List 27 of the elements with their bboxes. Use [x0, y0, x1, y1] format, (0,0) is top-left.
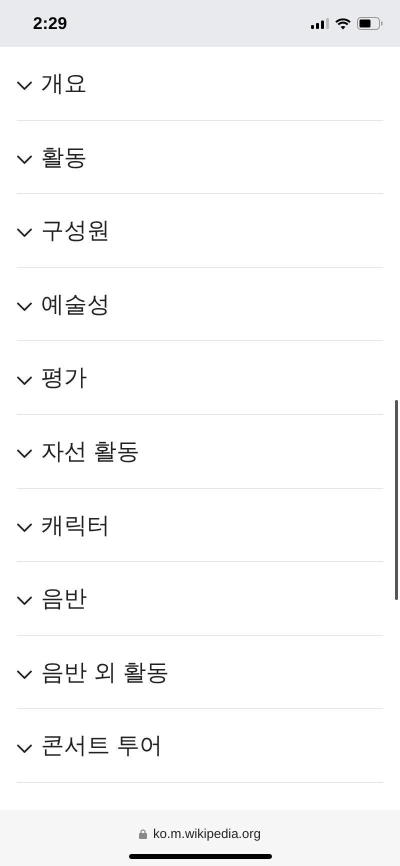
scrollbar-icon — [395, 400, 398, 600]
section-heading[interactable]: 음반 — [17, 562, 383, 636]
chevron-icon — [17, 670, 32, 680]
chevron-icon — [17, 522, 32, 533]
chevron-icon — [17, 81, 32, 92]
section-heading[interactable]: 콘서트 투어 — [17, 709, 383, 783]
section-heading[interactable]: 평가 — [17, 341, 383, 415]
section-heading[interactable]: 예술성 — [17, 268, 383, 342]
section-heading[interactable]: 구성원 — [17, 194, 383, 268]
section-heading[interactable]: 음반 외 활동 — [17, 636, 383, 710]
wifi-icon — [335, 18, 351, 30]
chevron-icon — [17, 596, 32, 606]
chevron-icon — [17, 376, 32, 386]
chevron-icon — [17, 302, 32, 312]
chevron-icon — [17, 449, 32, 460]
chevron-icon — [17, 228, 32, 238]
section-heading[interactable]: 캐릭터 — [17, 488, 383, 562]
lock-icon — [139, 828, 148, 839]
url-text[interactable]: ko.m.wikipedia.org — [153, 824, 261, 844]
signal-icon — [311, 18, 329, 29]
section-heading[interactable]: 활동 — [17, 120, 383, 194]
battery-icon — [357, 17, 383, 30]
chevron-icon — [17, 154, 32, 165]
status-time: 2:29 — [33, 12, 68, 35]
section-heading[interactable]: 자선 활동 — [17, 414, 383, 489]
section-heading[interactable]: 개요 — [17, 47, 383, 121]
chevron-icon — [17, 744, 32, 754]
